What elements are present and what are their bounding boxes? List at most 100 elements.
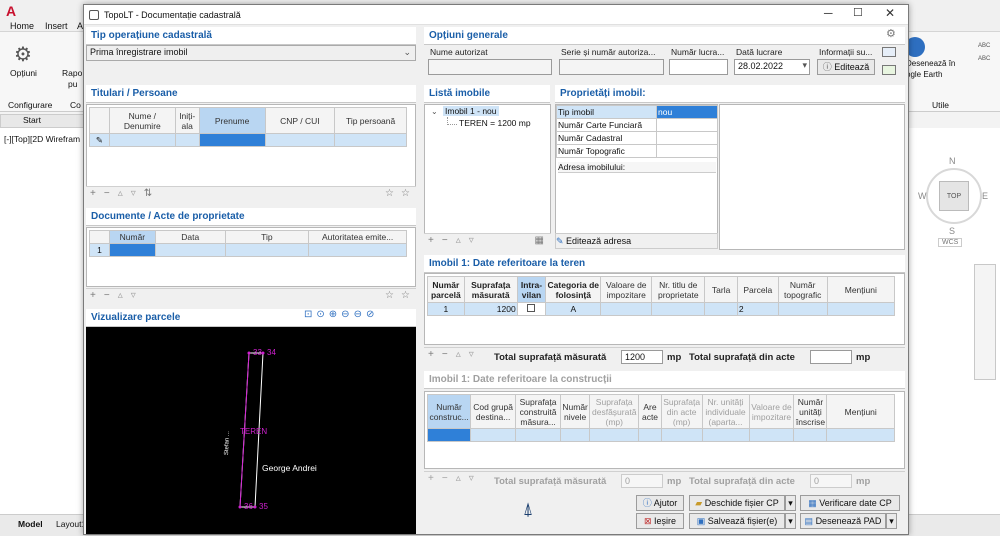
adresa-area[interactable]	[557, 174, 717, 232]
tree-item-imobil[interactable]: Imobil 1 - nou	[443, 106, 499, 116]
table-cell[interactable]	[660, 428, 703, 442]
up-icon[interactable]: ▵	[118, 188, 123, 199]
table-cell[interactable]	[793, 428, 828, 442]
start-tab[interactable]: Start	[0, 114, 84, 128]
deseneaza-dropdown[interactable]: ▾	[886, 513, 897, 529]
star-add-icon[interactable]: ☆	[385, 290, 394, 301]
table-view-icon[interactable]: ▦	[535, 235, 544, 246]
verificare-button[interactable]: ▦ Verificare date CP	[800, 495, 900, 511]
table-cell[interactable]	[638, 428, 662, 442]
lista-tree[interactable]: ⌄ Imobil 1 - nou TEREN = 1200 mp	[424, 104, 551, 234]
table-cell[interactable]	[560, 428, 591, 442]
iesire-button[interactable]: ⊠ Ieșire	[636, 513, 684, 529]
col-numar-parcela[interactable]: Număr parcelă	[427, 276, 465, 303]
parcel-view[interactable]: 33 34 36 35 TEREN George Andrei Stefan .…	[86, 327, 416, 534]
cell-parcela[interactable]: 2	[736, 302, 779, 316]
tab-home[interactable]: Home	[10, 21, 34, 31]
zoom-prev-icon[interactable]: ⊖	[354, 309, 366, 320]
down-icon[interactable]: ▿	[469, 235, 474, 246]
navigation-bar[interactable]	[974, 264, 996, 380]
wcs-label[interactable]: WCS	[938, 238, 963, 247]
proprietati-table[interactable]: Tip imobil nou Număr Carte Funciară Număr…	[556, 105, 718, 158]
col-mentiuni[interactable]: Mențiuni	[826, 276, 896, 303]
col-unitati-inscrise[interactable]: Număr unități înscrise	[793, 394, 828, 429]
col-intravilan[interactable]: Intra-vilan	[516, 276, 547, 303]
star-icon[interactable]: ☆	[401, 188, 410, 199]
model-tab[interactable]: Model	[18, 519, 43, 529]
serie-input[interactable]	[559, 59, 664, 75]
remove-icon[interactable]: −	[104, 290, 110, 301]
cell-suprafata[interactable]: 1200	[463, 302, 518, 316]
col-mentiuni-constructii[interactable]: Mențiuni	[826, 394, 895, 429]
col-autoritatea[interactable]: Autoritatea emite...	[308, 230, 407, 244]
down-icon[interactable]: ▿	[131, 290, 136, 301]
chevron-down-icon[interactable]: ⌄	[403, 47, 411, 58]
col-suprafata-construita[interactable]: Suprafața construită măsura...	[515, 394, 562, 429]
add-icon[interactable]: +	[90, 188, 96, 199]
deschide-button[interactable]: ▰ Deschide fișier CP	[689, 495, 785, 511]
constructii-total-acte-value[interactable]: 0	[810, 474, 852, 488]
table-cell[interactable]	[777, 302, 828, 316]
zoom-in-icon[interactable]: ⊕	[329, 309, 341, 320]
remove-icon[interactable]: −	[442, 235, 448, 246]
table-cell-selected[interactable]	[426, 428, 472, 442]
col-suprafata[interactable]: Suprafața măsurată	[463, 276, 518, 303]
settings-gear-icon[interactable]: ⚙	[886, 27, 896, 40]
editeaza-button[interactable]: ⓘ Editează	[817, 59, 875, 75]
prop-carte-funciara-value[interactable]	[656, 118, 718, 132]
col-valoare[interactable]: Valoare de impozitare	[600, 276, 653, 303]
cell-categoria[interactable]: A	[545, 302, 602, 316]
col-nr-unitati[interactable]: Nr. unități individuale (aparta...	[701, 394, 750, 429]
zoom-window-icon[interactable]: ⊙	[316, 309, 328, 320]
numar-lucrare-input[interactable]	[669, 59, 728, 75]
table-cell[interactable]	[308, 243, 407, 257]
table-cell[interactable]	[108, 133, 176, 147]
titulari-table[interactable]: Nume / Denumire Iniți-ala Prenume CNP / …	[89, 107, 407, 147]
table-cell[interactable]	[224, 243, 310, 257]
col-titlu[interactable]: Nr. titlu de proprietate	[651, 276, 706, 303]
star-icon[interactable]: ☆	[401, 290, 410, 301]
add-icon[interactable]: +	[428, 235, 434, 246]
viewport-label[interactable]: [-][Top][2D Wirefram	[4, 134, 80, 144]
table-cell[interactable]	[154, 243, 226, 257]
remove-icon[interactable]: −	[442, 473, 448, 484]
documente-table[interactable]: Număr Data Tip Autoritatea emite... 1	[89, 230, 407, 257]
table-cell[interactable]	[174, 133, 200, 147]
table-cell-selected[interactable]	[198, 133, 266, 147]
editeaza-adresa-button[interactable]: ✎ Editează adresa	[555, 233, 718, 249]
table-cell[interactable]	[826, 428, 895, 442]
col-cod-grupa[interactable]: Cod grupă destina...	[470, 394, 517, 429]
add-icon[interactable]: +	[90, 290, 96, 301]
tab-insert[interactable]: Insert	[45, 21, 68, 31]
teren-total-acte-value[interactable]	[810, 350, 852, 364]
maximize-icon[interactable]: ☐	[853, 6, 863, 19]
col-numar-topografic[interactable]: Număr topografic	[777, 276, 828, 303]
tree-expand-icon[interactable]: ⌄	[431, 107, 438, 116]
table-cell[interactable]	[701, 428, 750, 442]
col-data[interactable]: Data	[154, 230, 226, 244]
report-icon[interactable]	[882, 47, 896, 57]
prop-cadastral-value[interactable]	[656, 131, 718, 145]
col-are-acte[interactable]: Are acte	[638, 394, 662, 429]
export-icon[interactable]	[882, 65, 896, 75]
col-tarla[interactable]: Tarla	[704, 276, 738, 303]
sort-icon[interactable]: ⇅	[144, 188, 152, 199]
prop-tip-imobil-value[interactable]: nou	[656, 105, 718, 119]
viewcube-top-face[interactable]: TOP	[939, 181, 969, 211]
up-icon[interactable]: ▵	[456, 473, 461, 484]
col-numar-constructie[interactable]: Număr construc...	[426, 394, 472, 429]
table-cell[interactable]	[600, 302, 653, 316]
table-cell[interactable]	[589, 428, 640, 442]
minimize-icon[interactable]: ─	[824, 6, 833, 20]
col-suprafata-acte[interactable]: Suprafața din acte (mp)	[660, 394, 703, 429]
col-prenume[interactable]: Prenume	[198, 107, 266, 134]
down-icon[interactable]: ▿	[469, 473, 474, 484]
table-cell[interactable]	[470, 428, 517, 442]
up-icon[interactable]: ▵	[118, 290, 123, 301]
constructii-total-masurata-value[interactable]: 0	[621, 474, 663, 488]
down-icon[interactable]: ▿	[131, 188, 136, 199]
table-cell[interactable]	[515, 428, 562, 442]
deseneaza-button[interactable]: ▤ Desenează PAD	[800, 513, 886, 529]
star-add-icon[interactable]: ☆	[385, 188, 394, 199]
app-logo[interactable]: A	[6, 3, 16, 19]
